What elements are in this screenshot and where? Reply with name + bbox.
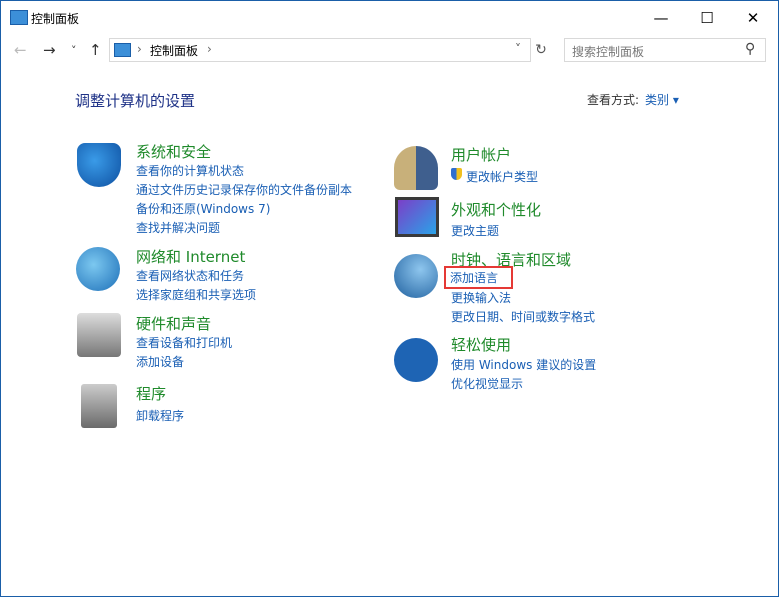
forward-button[interactable]: → (43, 41, 56, 59)
link-check-status[interactable]: 查看你的计算机状态 (136, 162, 244, 179)
user-accounts-icon (394, 146, 438, 190)
link-uninstall[interactable]: 卸载程序 (136, 407, 184, 424)
search-placeholder: 搜索控制面板 (572, 45, 645, 59)
window-title: 控制面板 (31, 12, 80, 26)
link-optimize-display[interactable]: 优化视觉显示 (451, 375, 523, 392)
view-by-dropdown[interactable]: 类别 ▾ (645, 93, 679, 107)
link-change-date-format[interactable]: 更改日期、时间或数字格式 (451, 308, 595, 325)
address-bar[interactable]: › 控制面板 › ˅ (109, 38, 531, 62)
breadcrumb-separator: › (137, 42, 142, 56)
ease-of-access-icon (394, 338, 438, 382)
link-recommended-settings[interactable]: 使用 Windows 建议的设置 (451, 356, 596, 373)
clock-globe-icon (394, 254, 438, 298)
control-panel-icon (114, 43, 131, 57)
control-panel-window: 控制面板 — ☐ ✕ ← → ˅ ↑ › 控制面板 › ˅ ↻ 搜索控制面板 ⚲… (0, 0, 779, 597)
search-icon[interactable]: ⚲ (745, 41, 755, 57)
breadcrumb-control-panel[interactable]: 控制面板 (150, 42, 198, 59)
link-change-account-type[interactable]: 更改帐户类型 (466, 168, 538, 185)
maximize-button[interactable]: ☐ (684, 3, 730, 33)
appearance-icon (395, 197, 439, 237)
view-by-label: 查看方式: (587, 93, 640, 107)
address-dropdown-button[interactable]: ˅ (515, 42, 521, 56)
uac-shield-icon (451, 168, 462, 180)
up-button[interactable]: ↑ (89, 41, 102, 59)
link-troubleshoot[interactable]: 查找并解决问题 (136, 219, 220, 236)
link-backup-restore[interactable]: 备份和还原(Windows 7) (136, 200, 270, 217)
category-hardware-sound[interactable]: 硬件和声音 (136, 313, 211, 334)
link-add-device[interactable]: 添加设备 (136, 353, 184, 370)
category-system-security[interactable]: 系统和安全 (136, 141, 211, 162)
link-file-history[interactable]: 通过文件历史记录保存你的文件备份副本 (136, 181, 352, 198)
programs-icon (81, 384, 117, 428)
link-change-theme[interactable]: 更改主题 (451, 222, 499, 239)
control-panel-icon (10, 10, 28, 25)
refresh-button[interactable]: ↻ (531, 38, 551, 62)
category-clock-language-region[interactable]: 时钟、语言和区域 (451, 249, 571, 270)
recent-locations-button[interactable]: ˅ (71, 44, 77, 57)
minimize-button[interactable]: — (638, 3, 684, 33)
page-heading: 调整计算机的设置 (75, 92, 196, 110)
back-button[interactable]: ← (14, 41, 27, 59)
link-change-input-method[interactable]: 更换输入法 (451, 289, 511, 306)
view-by: 查看方式: 类别 ▾ (587, 91, 679, 108)
link-devices-printers[interactable]: 查看设备和打印机 (136, 334, 232, 351)
category-ease-of-access[interactable]: 轻松使用 (451, 334, 511, 355)
link-add-language[interactable]: 添加语言 (443, 266, 514, 289)
link-homegroup[interactable]: 选择家庭组和共享选项 (136, 286, 256, 303)
close-button[interactable]: ✕ (730, 3, 776, 33)
network-globe-icon (76, 247, 120, 291)
category-user-accounts[interactable]: 用户帐户 (451, 144, 511, 165)
printer-icon (77, 313, 121, 357)
category-network-internet[interactable]: 网络和 Internet (136, 246, 245, 267)
category-programs[interactable]: 程序 (136, 383, 166, 404)
shield-icon (77, 143, 121, 187)
category-appearance[interactable]: 外观和个性化 (451, 199, 541, 220)
breadcrumb-separator[interactable]: › (207, 42, 212, 56)
link-network-status[interactable]: 查看网络状态和任务 (136, 267, 244, 284)
search-input[interactable]: 搜索控制面板 ⚲ (564, 38, 766, 62)
